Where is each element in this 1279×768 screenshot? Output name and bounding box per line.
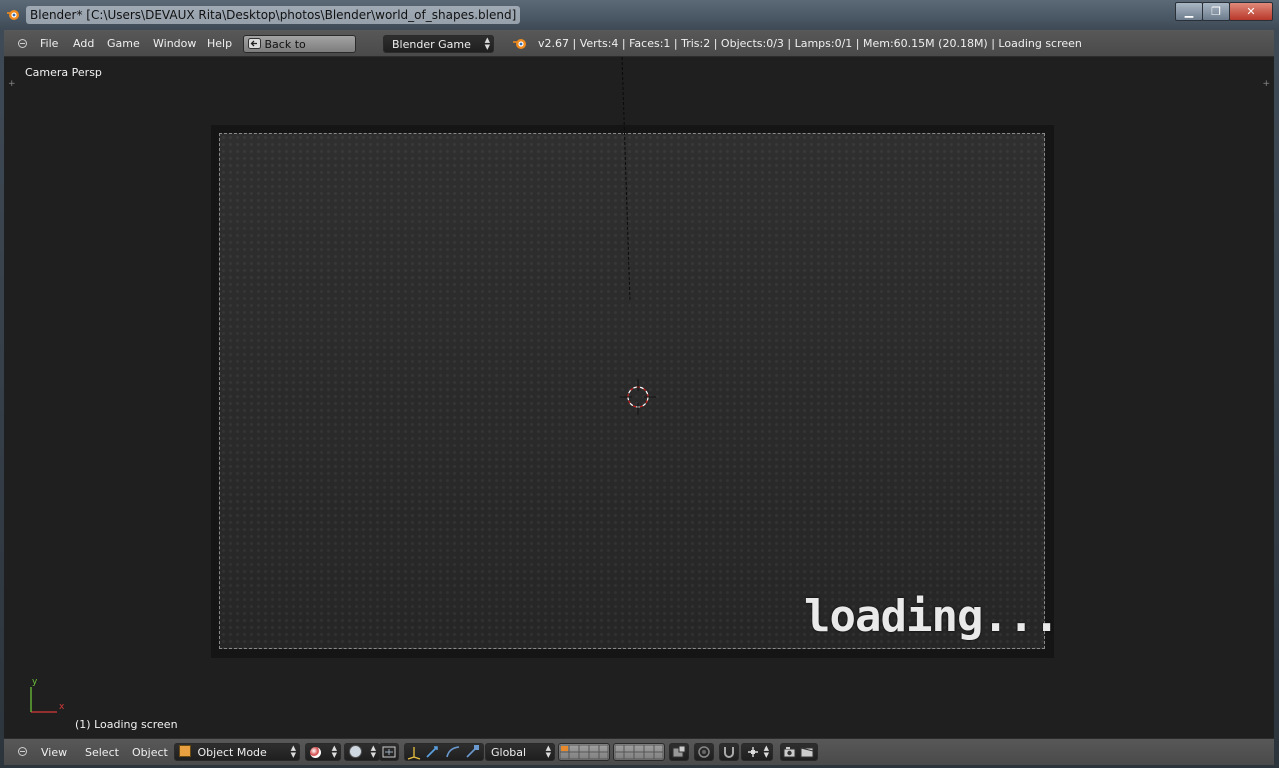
blender-logo-icon [513,39,526,49]
render-camera-icon [783,747,814,758]
loading-text: loading... [804,591,1060,642]
window-title: Blender* [C:\Users\DEVAUX Rita\Desktop\p… [26,6,521,24]
minimize-icon: ▁ [1184,5,1194,18]
title-bar[interactable]: Blender* [C:\Users\DEVAUX Rita\Desktop\p… [0,0,1279,30]
footer-collapse-icon[interactable] [18,747,27,756]
back-arrow-icon [248,38,261,49]
mode-value: Object Mode [197,746,267,759]
viewport-overlay [30,57,656,713]
lock-camera-button[interactable] [669,743,689,761]
render-engine-select[interactable]: Blender Game ▲ ▼ [383,35,494,53]
dropdown-arrows-icon: ▲ ▼ [763,744,769,759]
layer-buttons-group-1[interactable] [558,743,610,761]
lock-layers-icon [672,745,686,758]
object-status-label: (1) Loading screen [75,718,178,731]
minimize-button[interactable]: ▁ [1175,2,1203,21]
3d-viewport[interactable]: Camera Persp + + y x loading... (1) Load… [4,57,1274,738]
transform-orientation-select[interactable]: Global ▲ ▼ [485,743,555,761]
menu-add[interactable]: Add [73,30,94,56]
snap-element-select[interactable]: ▲ ▼ [741,743,773,761]
manipulator-toggle-button[interactable] [379,743,399,761]
dropdown-arrows-icon: ▲ ▼ [370,744,376,759]
dropdown-arrows-icon: ▲ ▼ [545,744,551,759]
render-buttons[interactable] [780,743,818,761]
menu-window[interactable]: Window [153,30,196,56]
transform-orientation-value: Global [491,746,527,759]
dropdown-arrows-icon: ▲ ▼ [331,744,337,759]
pivot-point-select[interactable]: ▲ ▼ [344,743,380,761]
axis-x-label: x [59,702,65,712]
layers-grid-icon [559,744,609,760]
pivot-icon [349,745,362,758]
maximize-icon: ❐ [1211,5,1221,18]
maximize-button[interactable]: ❐ [1202,2,1230,21]
menu-help[interactable]: Help [207,30,232,56]
render-engine-value: Blender Game [392,38,471,51]
axis-gizmo-icon [30,687,57,713]
close-icon: ✕ [1246,5,1256,18]
layer-buttons-group-2[interactable] [613,743,665,761]
mode-select[interactable]: Object Mode ▲ ▼ [174,743,300,761]
relationship-line [621,57,631,302]
magnet-icon [724,747,734,758]
transform-manipulators[interactable] [404,743,484,761]
menu-view[interactable]: View [41,739,67,765]
dropdown-arrows-icon: ▲ ▼ [290,744,296,759]
transform-icons [407,745,479,760]
menu-game[interactable]: Game [107,30,140,56]
close-button[interactable]: ✕ [1229,2,1273,21]
shading-icon [310,747,321,758]
dropdown-arrows-icon: ▲ ▼ [484,36,490,51]
viewport-shading-select[interactable]: ▲ ▼ [305,743,341,761]
app-window: Blender* [C:\Users\DEVAUX Rita\Desktop\p… [0,0,1279,768]
back-to-previous-button[interactable]: Back to Previous [243,35,356,69]
snap-increment-icon [748,747,758,757]
info-header: File Add Game Window Help Back to Previo… [4,30,1274,69]
menu-file[interactable]: File [40,30,58,56]
menu-select[interactable]: Select [85,739,119,765]
client-area: File Add Game Window Help Back to Previo… [4,30,1274,765]
scene-stats: v2.67 | Verts:4 | Faces:1 | Tris:2 | Obj… [538,37,1082,50]
blender-logo-icon [7,10,19,20]
manipulator-icon [382,746,396,758]
axis-y-label: y [32,677,38,687]
3d-cursor-icon[interactable] [620,379,656,415]
layers-grid-icon [614,744,664,760]
proportional-edit-button[interactable] [694,743,714,761]
proportional-edit-icon [698,746,710,758]
snap-toggle-button[interactable] [719,743,739,761]
3d-view-header: View Select Object Object Mode ▲ ▼ ▲ ▼ ▲ ▼ [4,738,1274,765]
header-collapse-icon[interactable] [18,39,27,48]
menu-object[interactable]: Object [132,739,168,765]
cube-icon [179,745,191,757]
